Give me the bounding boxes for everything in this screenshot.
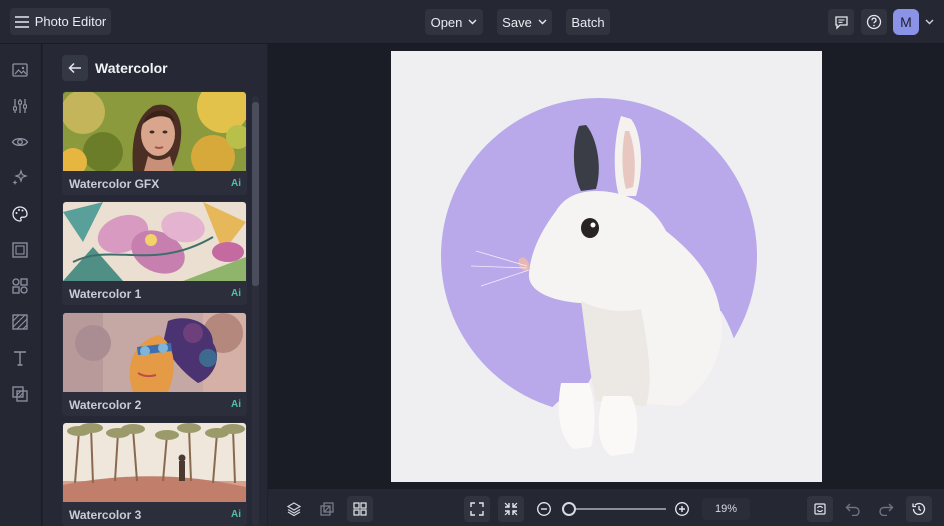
ai-badge: Ai bbox=[231, 509, 241, 520]
palette-icon[interactable] bbox=[10, 204, 30, 224]
grid-view-button[interactable] bbox=[347, 496, 373, 522]
comments-button[interactable] bbox=[828, 9, 854, 35]
ai-badge: Ai bbox=[231, 288, 241, 299]
save-label: Save bbox=[502, 14, 532, 30]
text-icon[interactable] bbox=[10, 348, 30, 368]
effect-label: Watercolor 2 bbox=[69, 398, 142, 412]
hamburger-icon bbox=[14, 15, 29, 28]
batch-label: Batch bbox=[571, 14, 605, 30]
rabbit-photo bbox=[391, 51, 822, 482]
zoom-out-icon bbox=[537, 502, 551, 516]
layers-button[interactable] bbox=[281, 496, 307, 522]
back-button[interactable] bbox=[62, 55, 88, 81]
undo-icon bbox=[845, 503, 860, 516]
texture-icon[interactable] bbox=[10, 312, 30, 332]
effect-thumbnail bbox=[63, 202, 246, 281]
effect-label: Watercolor 3 bbox=[69, 508, 142, 522]
avatar-letter: M bbox=[900, 14, 912, 30]
effect-card-watercolor-1[interactable]: Watercolor 1 Ai bbox=[62, 201, 247, 305]
batch-button[interactable]: Batch bbox=[566, 9, 610, 35]
effect-thumbnail bbox=[63, 423, 246, 502]
chevron-down-icon[interactable] bbox=[925, 19, 934, 25]
effect-card-watercolor-gfx[interactable]: Watercolor GFX Ai bbox=[62, 91, 247, 195]
zoom-slider-handle[interactable] bbox=[562, 502, 576, 516]
zoom-slider-track[interactable] bbox=[570, 508, 666, 510]
zoom-level[interactable]: 19% bbox=[702, 498, 750, 520]
ai-badge: Ai bbox=[231, 399, 241, 410]
effect-label: Watercolor 1 bbox=[69, 287, 142, 301]
top-bar: Photo Editor Open Save Batch M bbox=[0, 0, 944, 44]
arrow-left-icon bbox=[68, 62, 81, 74]
bottom-bar: 19% bbox=[268, 488, 944, 526]
image-icon[interactable] bbox=[10, 60, 30, 80]
shapes-icon[interactable] bbox=[10, 276, 30, 296]
layers-icon bbox=[286, 502, 302, 517]
grid-icon bbox=[353, 502, 367, 516]
effect-label: Watercolor GFX bbox=[69, 177, 160, 191]
effect-card-watercolor-3[interactable]: Watercolor 3 Ai bbox=[62, 422, 247, 526]
effect-thumbnail bbox=[63, 313, 246, 392]
menu-button[interactable]: Photo Editor bbox=[10, 8, 111, 35]
app-title: Photo Editor bbox=[34, 14, 107, 29]
help-icon bbox=[866, 14, 882, 30]
shrink-icon bbox=[504, 502, 518, 516]
compare-button[interactable] bbox=[314, 496, 340, 522]
history-button[interactable] bbox=[906, 496, 932, 522]
open-button[interactable]: Open bbox=[425, 9, 483, 35]
save-button[interactable]: Save bbox=[497, 9, 552, 35]
replace-image-button[interactable] bbox=[807, 496, 833, 522]
eye-icon[interactable] bbox=[10, 132, 30, 152]
frame-icon[interactable] bbox=[10, 240, 30, 260]
chevron-down-icon bbox=[538, 19, 547, 25]
effect-thumbnail bbox=[63, 92, 246, 171]
chevron-down-icon bbox=[468, 19, 477, 25]
effect-card-watercolor-2[interactable]: Watercolor 2 Ai bbox=[62, 312, 247, 416]
sparkle-icon[interactable] bbox=[10, 168, 30, 188]
fit-screen-button[interactable] bbox=[464, 496, 490, 522]
effects-panel: Watercolor Watercolor GFX Ai Watercolor … bbox=[43, 44, 267, 526]
tool-rail bbox=[0, 44, 42, 526]
ai-badge: Ai bbox=[231, 178, 241, 189]
zoom-in-button[interactable] bbox=[669, 496, 695, 522]
panel-scrollbar[interactable] bbox=[252, 96, 259, 526]
redo-button[interactable] bbox=[873, 496, 899, 522]
undo-button[interactable] bbox=[840, 496, 866, 522]
help-button[interactable] bbox=[861, 9, 887, 35]
open-label: Open bbox=[430, 14, 463, 30]
avatar[interactable]: M bbox=[893, 9, 919, 35]
history-icon bbox=[912, 502, 926, 516]
zoom-out-button[interactable] bbox=[531, 496, 557, 522]
panel-title: Watercolor bbox=[95, 60, 168, 76]
scrollbar-thumb[interactable] bbox=[252, 102, 259, 286]
photo-canvas[interactable] bbox=[391, 51, 822, 482]
overlay-icon[interactable] bbox=[10, 384, 30, 404]
expand-icon bbox=[470, 502, 484, 516]
compare-icon bbox=[320, 502, 334, 516]
zoom-in-icon bbox=[675, 502, 689, 516]
sliders-icon[interactable] bbox=[10, 96, 30, 116]
actual-size-button[interactable] bbox=[498, 496, 524, 522]
redo-icon bbox=[879, 503, 894, 516]
refresh-icon bbox=[814, 503, 826, 515]
comment-icon bbox=[834, 15, 848, 30]
